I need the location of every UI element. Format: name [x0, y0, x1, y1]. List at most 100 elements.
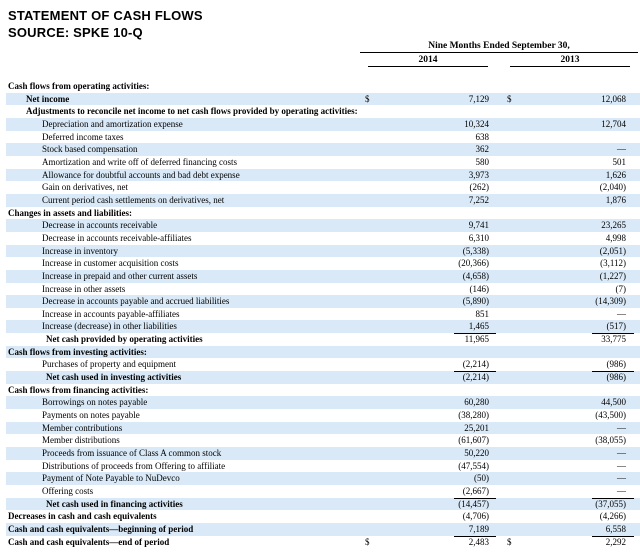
value-2013: (986): [606, 372, 627, 383]
row-label: Decreases in cash and cash equivalents: [8, 511, 157, 522]
value-2014: (5,890): [462, 296, 489, 307]
table-row: Increase in customer acquisition costs (2…: [6, 257, 640, 270]
table-row: Amortization and write off of deferred f…: [6, 156, 640, 169]
table-row: Decrease in accounts receivable 9,741 23,2…: [6, 219, 640, 232]
table-row: Increase in other assets (146) (7): [6, 283, 640, 296]
value-2014: 2,483: [468, 536, 489, 547]
value-2013: (986): [606, 359, 627, 370]
value-2013: 12,704: [601, 118, 626, 129]
value-2013: —: [617, 473, 626, 484]
value-2014: (47,554): [458, 460, 489, 471]
column-group-header: Nine Months Ended September 30,: [360, 41, 638, 53]
table-row: Adjustments to reconcile net income to n…: [6, 105, 640, 118]
value-2013: —: [617, 448, 626, 459]
value-2014: 851: [475, 308, 490, 319]
table-row: Decrease in accounts receivable-affiliat…: [6, 232, 640, 245]
value-2013: 6,558: [605, 523, 626, 534]
row-label: Increase in inventory: [42, 245, 118, 256]
table-row: Increase in accounts payable-affiliates 8…: [6, 308, 640, 321]
row-label: Cash and cash equivalents—beginning of p…: [8, 523, 194, 534]
value-2013: (2,040): [599, 182, 626, 193]
row-label: Net income: [26, 93, 70, 104]
value-2013: (43,500): [595, 410, 626, 421]
row-label: Gain on derivatives, net: [42, 182, 128, 193]
row-label: Borrowings on notes payable: [42, 397, 148, 408]
table-row: Payments on notes payable (38,280) (43,500…: [6, 409, 640, 422]
table-row: Increase in inventory (5,338) (2,051): [6, 244, 640, 258]
table-row: Borrowings on notes payable 60,280 44,500: [6, 396, 640, 410]
value-2013: —: [617, 422, 626, 433]
value-2013: (14,309): [595, 296, 626, 307]
row-label: Increase (decrease) in other liabilities: [42, 321, 177, 332]
row-label: Distributions of proceeds from Offering …: [42, 460, 226, 471]
value-2014: (5,338): [462, 245, 489, 256]
row-label: Cash flows from financing activities:: [8, 384, 149, 395]
value-2014: (61,607): [458, 435, 489, 446]
table-row: Member distributions (61,607) (38,055): [6, 434, 640, 447]
table-row: Current period cash settlements on deriv…: [6, 193, 640, 207]
value-2014: 7,189: [468, 523, 489, 534]
row-label: Amortization and write off of deferred f…: [42, 156, 238, 167]
table-row: Member contributions 25,201 —: [6, 421, 640, 435]
value-2013: 501: [612, 156, 627, 167]
value-2014: 638: [475, 131, 490, 142]
table-row: Changes in assets and liabilities:: [6, 207, 640, 220]
value-2013: 1,626: [605, 169, 626, 180]
row-label: Decrease in accounts payable and accrued…: [42, 296, 230, 307]
table-row: Allowance for doubtful accounts and bad …: [6, 168, 640, 182]
subtotal-rule: [454, 535, 496, 537]
subtotal-rule: [454, 371, 496, 373]
value-2014: 7,252: [468, 194, 489, 205]
row-label: Net cash used in financing activities: [46, 498, 183, 509]
value-2013: (7): [615, 283, 627, 294]
value-2014: 10,324: [464, 118, 489, 129]
value-2014: (20,366): [458, 258, 489, 269]
column-year-2014: 2014: [368, 55, 488, 67]
row-label: Adjustments to reconcile net income to n…: [26, 106, 358, 117]
value-2014: (4,706): [462, 511, 489, 522]
table-row: Net cash used in investing activities (2,…: [6, 371, 640, 384]
row-label: Stock based compensation: [42, 144, 138, 155]
value-2013: (38,055): [595, 435, 626, 446]
row-label: Net cash used in investing activities: [46, 372, 182, 383]
value-2013: —: [617, 308, 626, 319]
statement-title: STATEMENT OF CASH FLOWS: [8, 8, 203, 23]
table-row: Payment of Note Payable to NuDevco (50) —: [6, 472, 640, 485]
value-2013: 12,068: [601, 93, 626, 104]
row-label: Cash flows from operating activities:: [8, 81, 150, 91]
row-label: Payments on notes payable: [42, 410, 140, 421]
row-label: Decrease in accounts receivable-affiliat…: [42, 232, 192, 243]
value-2013: 1,876: [605, 194, 626, 205]
table-row: Net cash provided by operating activitie…: [6, 333, 640, 346]
row-label: Proceeds from issuance of Class A common…: [42, 448, 222, 459]
value-2013: 4,998: [605, 232, 626, 243]
table-row: Purchases of property and equipment (2,21…: [6, 358, 640, 371]
value-2014: 60,280: [464, 397, 489, 408]
table-row: Distributions of proceeds from Offering …: [6, 460, 640, 473]
value-2014: 9,741: [468, 220, 489, 231]
value-2013: (4,266): [599, 511, 626, 522]
column-year-2013: 2013: [510, 55, 630, 67]
value-2014: 7,129: [468, 93, 489, 104]
value-2014: (2,214): [462, 372, 489, 383]
row-label: Deferred income taxes: [42, 131, 124, 142]
row-label: Offering costs: [42, 486, 94, 496]
value-2014: 1,465: [468, 321, 489, 332]
table-row: Decreases in cash and cash equivalents (4…: [6, 510, 640, 523]
value-2014: (14,457): [458, 498, 489, 509]
row-label: Cash flows from investing activities:: [8, 346, 147, 357]
value-2014: (2,667): [462, 486, 489, 496]
table-row: Deferred income taxes 638: [6, 131, 640, 144]
value-2013: (2,051): [599, 245, 626, 256]
row-label: Purchases of property and equipment: [42, 359, 176, 370]
row-label: Increase in customer acquisition costs: [42, 258, 179, 269]
value-2014: (50): [474, 473, 489, 484]
value-2014: (262): [469, 182, 490, 193]
row-label: Depreciation and amortization expense: [42, 118, 183, 129]
row-label: Member distributions: [42, 435, 120, 446]
value-2014: 25,201: [464, 422, 489, 433]
row-label: Increase in prepaid and other current as…: [42, 270, 198, 281]
subtotal-rule: [454, 497, 496, 499]
value-2013: 44,500: [601, 397, 626, 408]
value-2014: 50,220: [464, 448, 489, 459]
